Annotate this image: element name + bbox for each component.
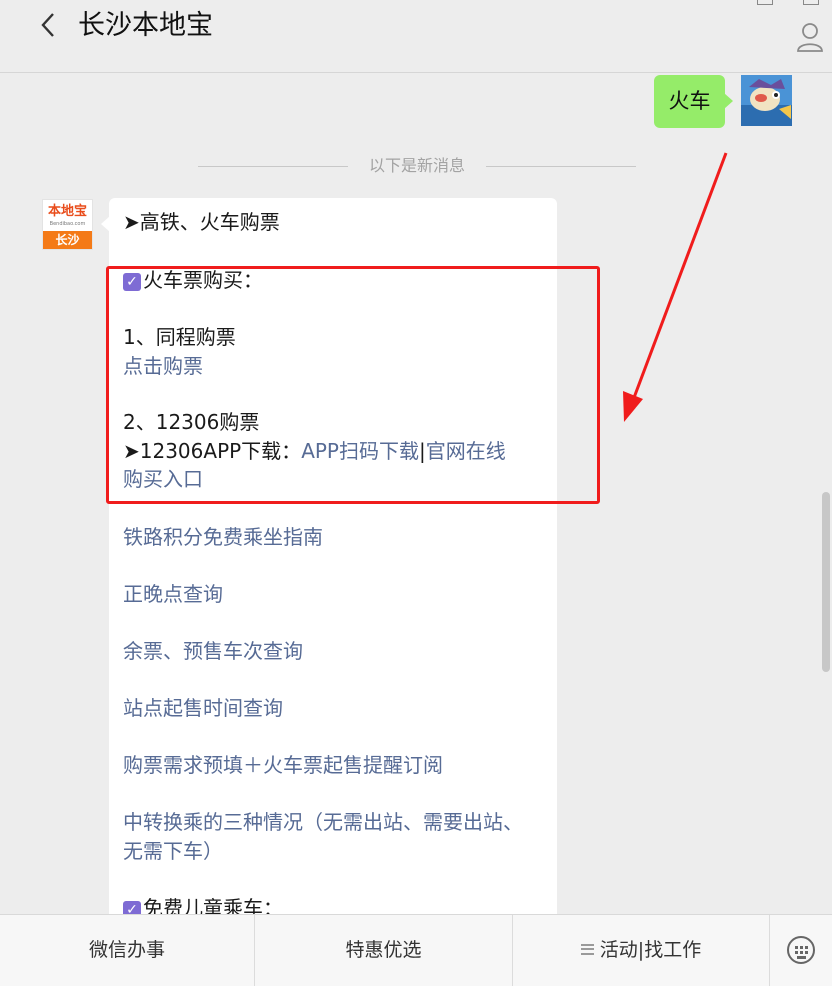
chat-scrollbar[interactable] (822, 492, 830, 672)
bot-avatar[interactable]: 本地宝 Bendibao.com 长沙 (42, 199, 93, 250)
chat-title: 长沙本地宝 (78, 10, 213, 41)
avatar-brand-logo: 本地宝 Bendibao.com (43, 200, 92, 231)
hamburger-icon (580, 944, 594, 955)
my-message-bubble[interactable]: 火车 (654, 75, 733, 128)
chat-area[interactable]: 火车 以下是新消息 本地宝 Bendibao.com 长沙 ➤高铁、火车购票 ✓… (0, 73, 832, 914)
profile-button[interactable] (796, 22, 824, 52)
avatar-city-text: 长沙 (43, 231, 92, 249)
menu-wechat-services[interactable]: 微信办事 (0, 915, 254, 986)
chat-header: 长沙本地宝 (0, 0, 832, 73)
child-ride-line: ✓ 免费儿童乘车： (123, 894, 283, 914)
cartoon-avatar-icon (741, 75, 792, 126)
avatar-brand-text: 本地宝 (47, 204, 87, 219)
menu-activities-jobs[interactable]: 活动|找工作 (513, 915, 769, 986)
my-message-text: 火车 (668, 89, 711, 113)
divider-line-right (486, 166, 636, 167)
ticket-availability-link[interactable]: 余票、预售车次查询 (123, 637, 303, 666)
my-avatar[interactable] (741, 75, 792, 126)
rail-points-link[interactable]: 铁路积分免费乘坐指南 (123, 523, 323, 552)
menu-activities-jobs-label: 活动|找工作 (599, 939, 702, 961)
person-icon (797, 23, 823, 52)
menu-wechat-services-label: 微信办事 (88, 939, 165, 961)
highlight-box (106, 266, 600, 504)
intro-line: ➤高铁、火车购票 (123, 210, 280, 234)
child-header-text: 免费儿童乘车： (143, 896, 283, 914)
new-messages-divider: 以下是新消息 (198, 153, 636, 177)
chevron-left-icon (41, 13, 54, 37)
back-button[interactable] (40, 12, 64, 42)
delay-query-link[interactable]: 正晚点查询 (123, 580, 223, 609)
bottom-menu-bar: 微信办事 特惠优选 活动|找工作 (0, 914, 832, 986)
window-restore-icon[interactable] (757, 0, 773, 5)
avatar-domain-text: Bendibao.com (49, 221, 86, 227)
window-close-icon[interactable] (803, 0, 819, 5)
sale-time-link[interactable]: 站点起售时间查询 (123, 694, 283, 723)
keyboard-icon[interactable] (787, 936, 815, 964)
menu-deals-label: 特惠优选 (345, 939, 422, 961)
checkbox-icon: ✓ (123, 901, 141, 914)
transfer-link[interactable]: 中转换乘的三种情况（无需出站、需要出站、 (123, 808, 523, 837)
transfer-link-cont[interactable]: 无需下车） (123, 837, 223, 866)
presale-reminder-link[interactable]: 购票需求预填＋火车票起售提醒订阅 (123, 751, 443, 780)
menu-separator (769, 915, 770, 986)
menu-deals[interactable]: 特惠优选 (255, 915, 512, 986)
